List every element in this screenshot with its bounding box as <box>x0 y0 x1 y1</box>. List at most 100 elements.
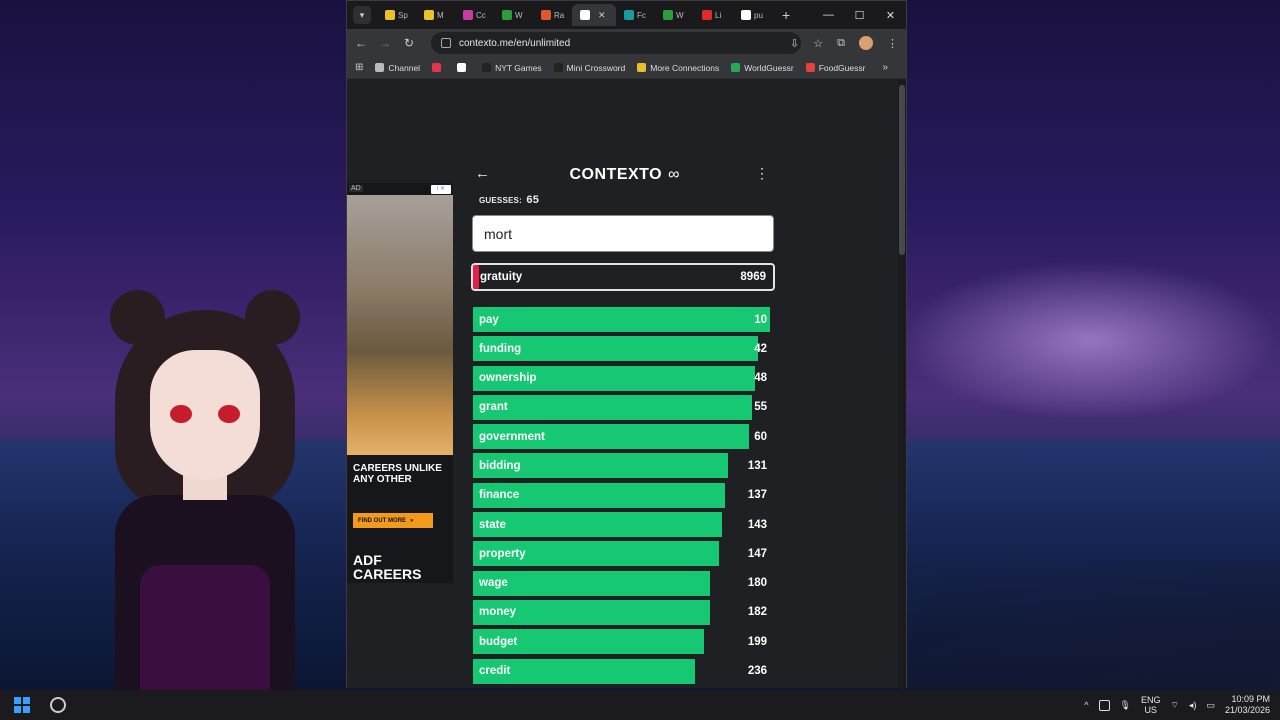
guess-input-box[interactable] <box>472 215 774 252</box>
tab-favicon-icon <box>702 10 712 20</box>
extensions-icon[interactable]: ⧉ <box>837 37 845 50</box>
apps-grid-icon[interactable]: ⊞ <box>355 62 363 73</box>
bookmark-item[interactable]: FoodGuessr <box>805 63 865 73</box>
tray-chevron-icon[interactable]: ^ <box>1084 700 1088 710</box>
guess-row: pay 10 <box>473 307 773 332</box>
guess-word: bidding <box>479 459 521 472</box>
guess-row: property 147 <box>473 541 773 567</box>
tab-label: W <box>676 10 684 20</box>
browser-tab[interactable]: Sp <box>377 4 416 26</box>
bookmark-item[interactable] <box>432 63 445 72</box>
tab-label: pu <box>754 10 763 20</box>
tab-label: Sp <box>398 10 408 20</box>
guess-row: credit 236 <box>473 658 773 684</box>
guess-rank: 143 <box>747 518 767 531</box>
browser-tab[interactable]: pu <box>733 4 772 26</box>
browser-tab[interactable]: Li <box>694 4 733 26</box>
guess-rank: 137 <box>747 489 767 502</box>
page-scrollbar[interactable] <box>898 79 906 688</box>
taskbar-clock[interactable]: 10:09 PM 21/03/2026 <box>1225 694 1270 716</box>
guess-row: bidding 131 <box>473 453 773 479</box>
guess-rank: 48 <box>754 372 767 385</box>
site-info-icon[interactable] <box>441 38 451 48</box>
ad-headline: CAREERS UNLIKE ANY OTHER <box>353 463 442 485</box>
tab-favicon-icon <box>502 10 512 20</box>
guess-row: ownership 48 <box>473 365 773 391</box>
ad-cta-label: FIND OUT MORE <box>358 517 406 524</box>
back-button[interactable]: ← <box>353 36 369 50</box>
guesses-label: GUESSES: <box>479 196 522 205</box>
guess-rank: 199 <box>747 635 767 648</box>
bookmark-item[interactable]: Mini Crossword <box>553 63 625 73</box>
browser-window: ▾ Sp M Cc W Ra ✕ Fc W Li pu + — ☐ ✕ ← → ↻ context… <box>346 0 907 688</box>
ad-banner[interactable]: AD i ✕ CAREERS UNLIKE ANY OTHER FIND OUT… <box>347 183 453 583</box>
close-window-button[interactable]: ✕ <box>875 1 906 29</box>
more-options-icon[interactable]: ⋮ <box>755 165 769 182</box>
guess-input[interactable] <box>484 225 773 242</box>
browser-tab[interactable]: M <box>416 4 455 26</box>
ad-choices-icon[interactable]: i ✕ <box>431 185 451 194</box>
back-arrow-icon[interactable]: ← <box>475 165 490 182</box>
browser-menu-icon[interactable]: ⋮ <box>887 37 898 50</box>
language-indicator[interactable]: ENG US <box>1141 695 1161 715</box>
ad-image[interactable] <box>347 195 453 455</box>
guess-list: pay 10 funding 42 ownership 48 grant 55 governme… <box>473 307 773 688</box>
wifi-icon[interactable]: ⌔ <box>1170 700 1178 711</box>
guess-word: funding <box>479 342 522 355</box>
bookmark-item[interactable]: NYT Games <box>482 63 542 73</box>
browser-toolbar: ← → ↻ contexto.me/en/unlimited ⇩ ☆ ⧉ ⋮ <box>347 29 906 57</box>
tab-strip: ▾ Sp M Cc W Ra ✕ Fc W Li pu + — ☐ ✕ <box>347 1 906 29</box>
tab-search-button[interactable]: ▾ <box>353 6 371 24</box>
install-app-icon[interactable]: ⇩ <box>790 37 799 50</box>
maximize-button[interactable]: ☐ <box>844 1 875 29</box>
profile-avatar[interactable] <box>859 36 873 50</box>
forward-button[interactable]: → <box>377 36 393 50</box>
bookmark-item[interactable]: More Connections <box>637 63 719 73</box>
bookmark-item[interactable] <box>457 63 470 72</box>
bookmarks-overflow-icon[interactable]: » <box>882 62 888 73</box>
battery-icon[interactable]: ▭ <box>1206 700 1215 711</box>
guess-word: grant <box>479 401 508 414</box>
browser-tab[interactable]: Ra <box>533 4 572 26</box>
bookmark-favicon-icon <box>553 63 563 72</box>
infinity-icon: ∞ <box>668 166 680 183</box>
microphone-icon[interactable]: 🎙 <box>1120 700 1131 711</box>
scroll-thumb[interactable] <box>899 85 905 255</box>
game-title: CONTEXTO <box>569 166 663 183</box>
address-bar[interactable]: contexto.me/en/unlimited <box>431 32 801 54</box>
guess-word: finance <box>479 489 520 502</box>
bookmark-star-icon[interactable]: ☆ <box>813 37 823 50</box>
reload-button[interactable]: ↻ <box>401 36 417 50</box>
guess-word: ownership <box>479 372 537 385</box>
tray-app-icon[interactable] <box>1098 699 1110 711</box>
minimize-button[interactable]: — <box>813 1 844 29</box>
guess-similarity-bar <box>473 512 722 538</box>
bookmark-item[interactable]: WorldGuessr <box>731 63 794 73</box>
tab-favicon-icon <box>541 10 551 20</box>
guess-word: pay <box>479 313 499 326</box>
windows-start-icon[interactable] <box>14 697 30 713</box>
guess-word: property <box>479 547 526 560</box>
browser-tab[interactable]: ✕ <box>572 4 616 26</box>
bookmark-favicon-icon <box>731 63 741 72</box>
browser-tab[interactable]: Cc <box>455 4 494 26</box>
page-viewport: AD i ✕ CAREERS UNLIKE ANY OTHER FIND OUT… <box>347 79 906 688</box>
tab-favicon-icon <box>424 10 434 20</box>
browser-tab[interactable]: W <box>655 4 694 26</box>
bookmark-item[interactable]: Channel <box>375 63 420 73</box>
last-guess-row: gratuity 8969 <box>471 263 775 291</box>
guess-row: money 182 <box>473 599 773 625</box>
guess-row: government 60 <box>473 424 773 450</box>
new-tab-button[interactable]: + <box>782 7 790 23</box>
guesses-count: 65 <box>526 194 540 206</box>
volume-icon[interactable]: ◂) <box>1189 700 1197 711</box>
taskbar-search-icon[interactable] <box>50 697 66 713</box>
last-guess-word: gratuity <box>480 271 523 283</box>
guess-similarity-bar <box>473 307 770 332</box>
close-tab-icon[interactable]: ✕ <box>598 10 606 21</box>
tab-label: Cc <box>476 10 486 20</box>
browser-tab[interactable]: W <box>494 4 533 26</box>
guess-row: budget 199 <box>473 629 773 655</box>
browser-tab[interactable]: Fc <box>616 4 655 26</box>
ad-cta-button[interactable]: FIND OUT MORE» <box>353 513 433 528</box>
